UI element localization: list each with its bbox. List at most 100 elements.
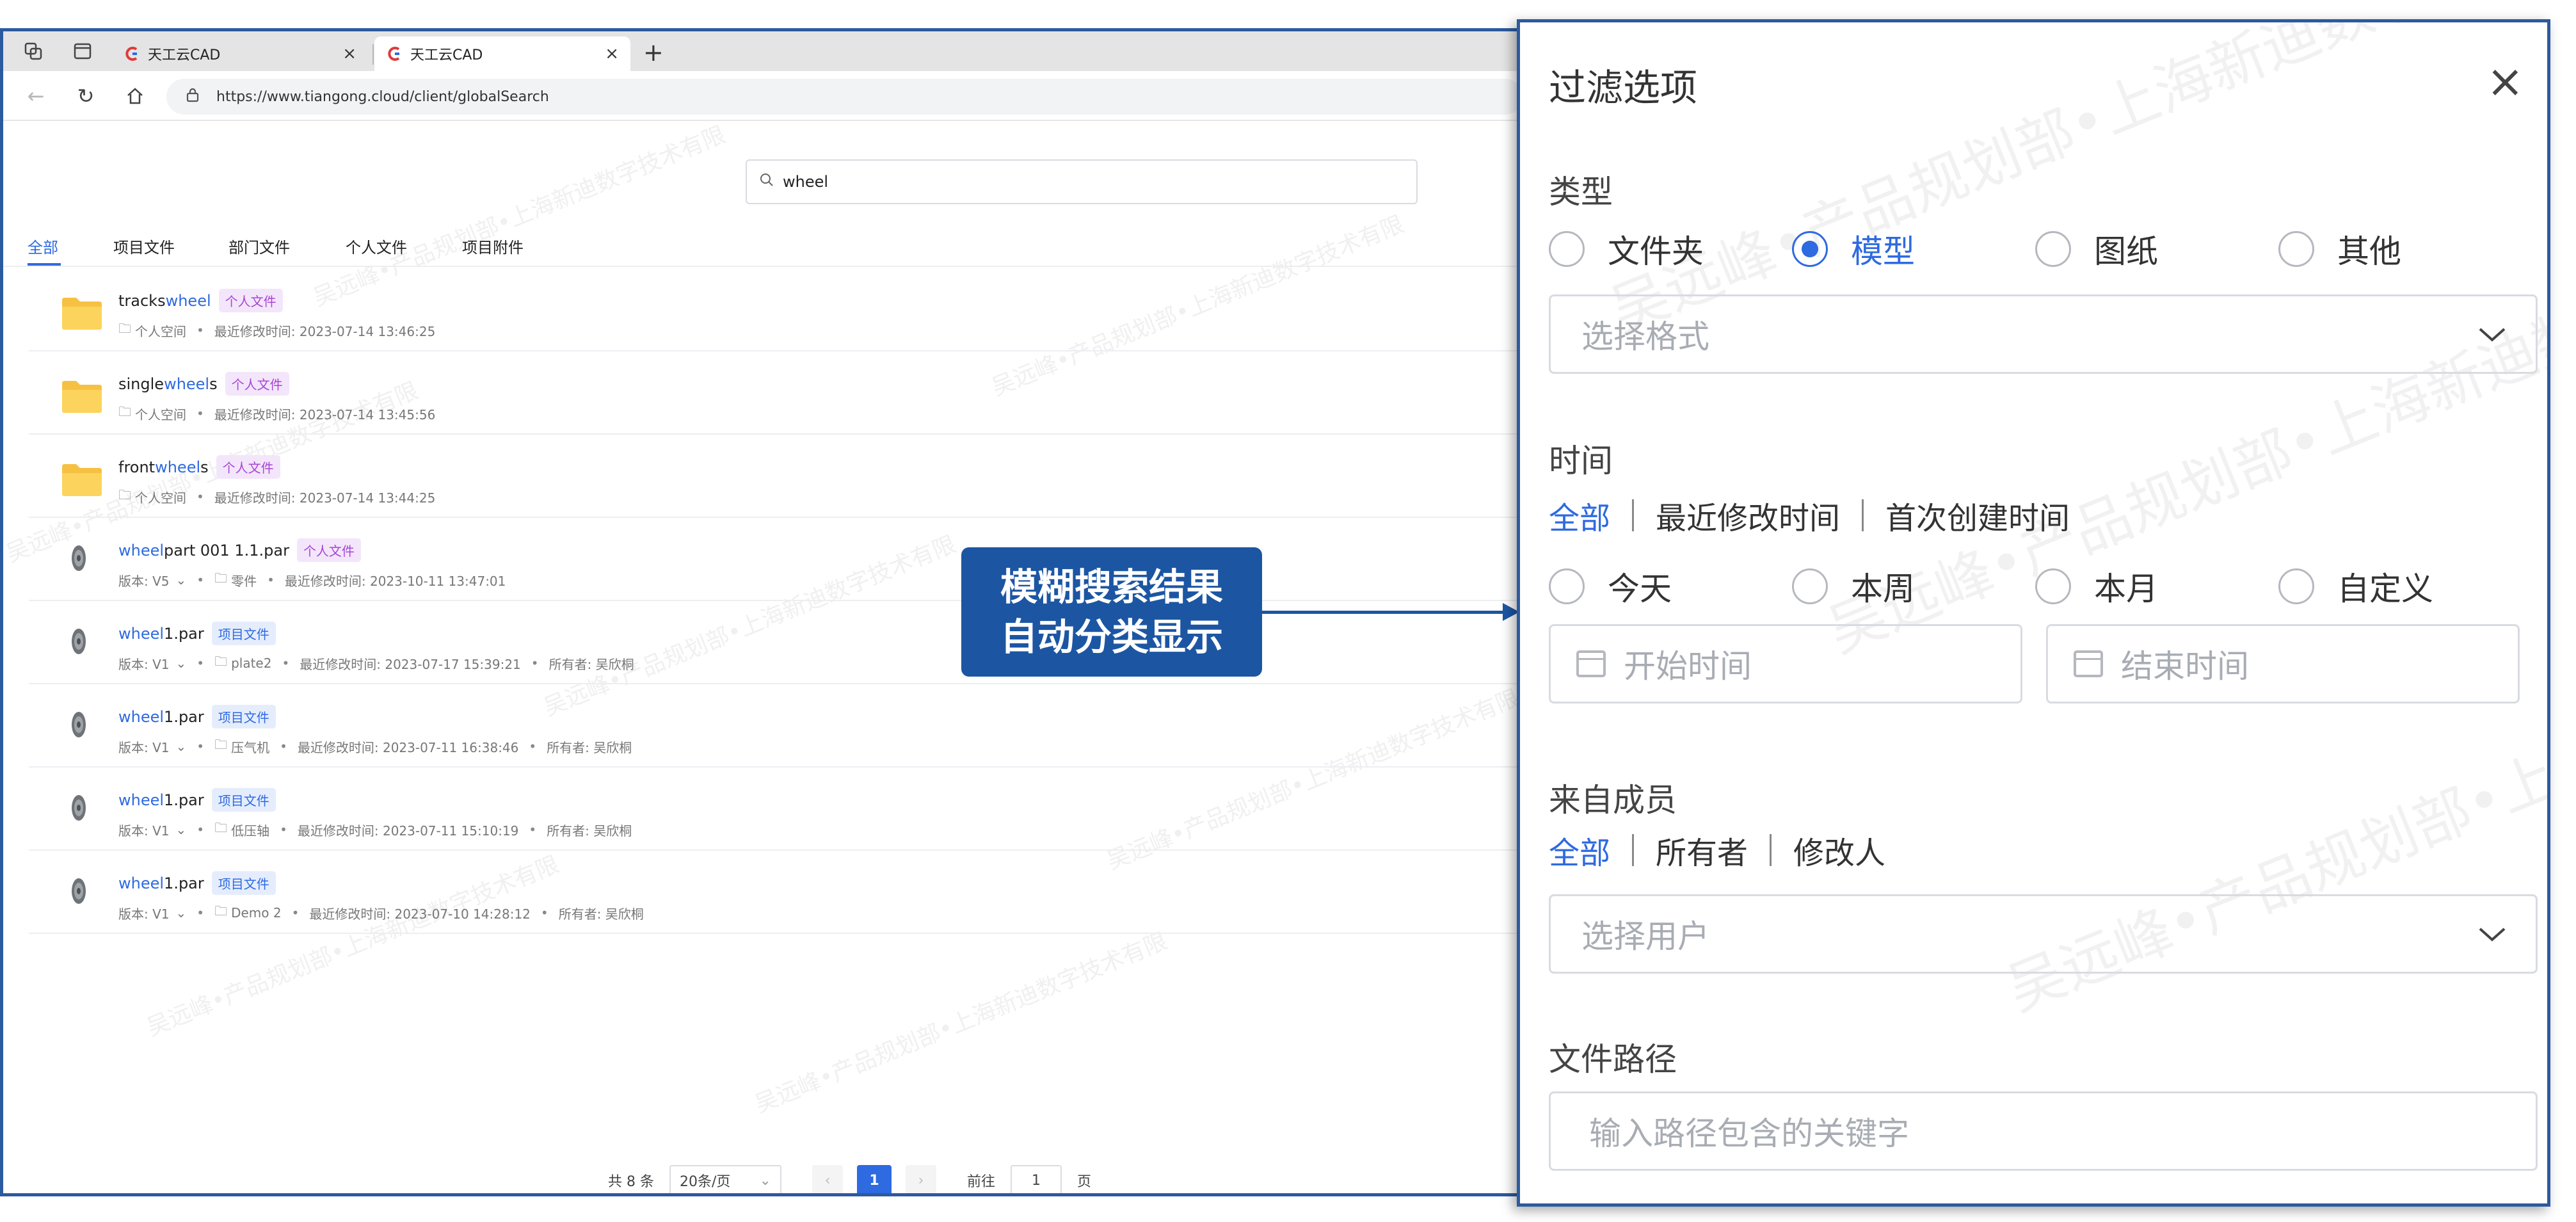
time-mode-created[interactable]: 首次创建时间 (1885, 493, 2070, 538)
folder-icon (61, 295, 103, 334)
folder-outline-icon: 🗀 (214, 820, 228, 835)
separator: • (280, 822, 287, 837)
radio-label: 本月 (2094, 570, 2158, 607)
file-category-badge: 项目文件 (211, 622, 276, 645)
tab-department-files[interactable]: 部门文件 (228, 235, 290, 257)
prev-page-button[interactable]: ‹ (812, 1165, 843, 1193)
back-icon[interactable]: ← (22, 83, 49, 109)
new-tab-button[interactable]: + (643, 40, 664, 65)
result-row[interactable]: single wheel s 个人文件 🗀 个人空间 • 最近修改时间: 2023-07-1… (29, 351, 1520, 435)
result-row[interactable]: wheel 1.par 项目文件 版本: V1 ⌄ • 🗀 Demo 2 • 最近修改时间: 20… (29, 851, 1520, 934)
reload-icon[interactable]: ↻ (72, 83, 99, 109)
start-date-input[interactable]: 开始时间 (1549, 624, 2022, 703)
result-row[interactable]: tracks wheel 个人文件 🗀 个人空间 • 最近修改时间: 2023-07-14… (29, 268, 1520, 351)
active-tab-indicator (28, 263, 61, 266)
separator: • (282, 655, 290, 671)
tab-close-icon[interactable]: × (342, 44, 356, 63)
radio-label: 文件夹 (1608, 233, 1704, 270)
result-row[interactable]: front wheel s 个人文件 🗀 个人空间 • 最近修改时间: 2023-07-14… (29, 435, 1520, 518)
tab-all[interactable]: 全部 (28, 235, 58, 257)
folder-icon (61, 462, 103, 500)
radio-label: 自定义 (2337, 570, 2433, 607)
time-mode-modified[interactable]: 最近修改时间 (1656, 493, 1840, 538)
current-page[interactable]: 1 (856, 1165, 892, 1193)
result-meta: 🗀 个人空间 • 最近修改时间: 2023-07-14 13:45:56 (118, 403, 435, 424)
search-box[interactable] (746, 159, 1418, 204)
type-radio-drawing[interactable]: 图纸 (2035, 226, 2158, 272)
tab-personal-files[interactable]: 个人文件 (346, 235, 407, 257)
jump-page-input[interactable]: 1 (1011, 1165, 1062, 1193)
time-radio-custom[interactable]: 自定义 (2278, 563, 2433, 609)
result-title[interactable]: wheel part 001 1.1.par 个人文件 (118, 538, 361, 562)
type-radio-other[interactable]: 其他 (2278, 226, 2401, 272)
tab-list-icon[interactable] (70, 39, 95, 63)
separator: • (196, 655, 205, 671)
search-input[interactable] (783, 173, 1359, 191)
tab-project-files[interactable]: 项目文件 (113, 235, 175, 257)
title-match: wheel (118, 707, 164, 726)
time-radio-month[interactable]: 本月 (2035, 563, 2158, 609)
separator: • (531, 655, 539, 671)
chevron-down-icon[interactable]: ⌄ (176, 822, 187, 837)
folder-outline-icon: 🗀 (214, 903, 228, 919)
radio-label: 今天 (1608, 570, 1672, 607)
type-radio-folder[interactable]: 文件夹 (1549, 226, 1704, 272)
chevron-down-icon[interactable]: ⌄ (176, 739, 187, 754)
title-suffix: 1.par (164, 707, 204, 726)
radio-circle (1792, 568, 1828, 604)
result-title[interactable]: wheel 1.par 项目文件 (118, 871, 276, 895)
result-owner: 所有者: 吴欣桐 (558, 906, 644, 922)
time-radio-today[interactable]: 今天 (1549, 563, 1672, 609)
member-mode-all[interactable]: 全部 (1549, 828, 1610, 872)
tab-close-icon[interactable]: × (605, 44, 619, 63)
member-mode-modifier[interactable]: 修改人 (1793, 828, 1885, 872)
time-radio-week[interactable]: 本周 (1792, 563, 1915, 609)
result-title[interactable]: wheel 1.par 项目文件 (118, 788, 276, 812)
time-mode-all[interactable]: 全部 (1549, 493, 1610, 538)
user-select[interactable]: 选择用户 (1549, 894, 2538, 974)
radio-circle (1549, 568, 1585, 604)
type-radio-model[interactable]: 模型 (1792, 226, 1915, 272)
result-version: 版本: V5 (118, 573, 170, 589)
chevron-down-icon: ⌄ (759, 1172, 771, 1189)
chevron-down-icon[interactable]: ⌄ (176, 572, 187, 588)
next-page-button[interactable]: › (905, 1165, 936, 1193)
title-suffix: 1.par (164, 791, 204, 809)
result-title[interactable]: single wheel s 个人文件 (118, 372, 289, 396)
radio-label: 图纸 (2094, 233, 2158, 270)
format-select[interactable]: 选择格式 (1549, 294, 2538, 374)
workspaces-icon[interactable] (21, 39, 45, 63)
tab-inactive[interactable]: 天工云CAD × (112, 36, 368, 71)
result-title[interactable]: wheel 1.par 项目文件 (118, 705, 276, 728)
file-category-badge: 个人文件 (218, 289, 283, 312)
tiangong-logo-icon (388, 47, 400, 61)
result-meta: 版本: V1 ⌄ • 🗀 低压轴 • 最近修改时间: 2023-07-11 15:10:19… (118, 819, 632, 840)
separator: • (196, 822, 205, 837)
result-title[interactable]: front wheel s 个人文件 (118, 455, 280, 479)
member-mode-owner[interactable]: 所有者 (1656, 828, 1748, 872)
url-field[interactable]: https://www.tiangong.cloud/client/global… (166, 79, 1520, 115)
tab-project-attachments[interactable]: 项目附件 (462, 235, 524, 257)
result-title[interactable]: tracks wheel 个人文件 (118, 289, 283, 312)
tab-active[interactable]: 天工云CAD × (374, 36, 630, 71)
close-icon[interactable]: × (2486, 59, 2524, 104)
result-row[interactable]: wheel 1.par 项目文件 版本: V1 ⌄ • 🗀 压气机 • 最近修改时间: 2023-… (29, 684, 1520, 768)
page-size-select[interactable]: 20条/页 ⌄ (669, 1165, 781, 1193)
end-date-input[interactable]: 结束时间 (2046, 624, 2520, 703)
radio-circle (2035, 568, 2071, 604)
separator (1862, 499, 1864, 531)
home-icon[interactable] (122, 83, 148, 109)
chevron-down-icon[interactable]: ⌄ (176, 655, 187, 671)
result-location: 低压轴 (231, 823, 270, 839)
radio-circle (1549, 231, 1585, 267)
chevron-down-icon[interactable]: ⌄ (176, 905, 187, 921)
result-title[interactable]: wheel 1.par 项目文件 (118, 622, 276, 645)
result-modified: 最近修改时间: 2023-07-17 15:39:21 (300, 656, 521, 672)
result-row[interactable]: wheel 1.par 项目文件 版本: V1 ⌄ • 🗀 低压轴 • 最近修改时间: 2023-… (29, 768, 1520, 851)
title-prefix: single (118, 374, 164, 393)
calendar-icon (2074, 650, 2103, 677)
result-meta: 版本: V1 ⌄ • 🗀 plate2 • 最近修改时间: 2023-07-17 15:39… (118, 652, 634, 674)
path-input[interactable]: 输入路径包含的关键字 (1549, 1091, 2538, 1171)
radio-label: 本周 (1851, 570, 1915, 607)
result-row[interactable]: wheel part 001 1.1.par 个人文件 版本: V5 ⌄ • 🗀 零件 • 最近… (29, 518, 1520, 601)
